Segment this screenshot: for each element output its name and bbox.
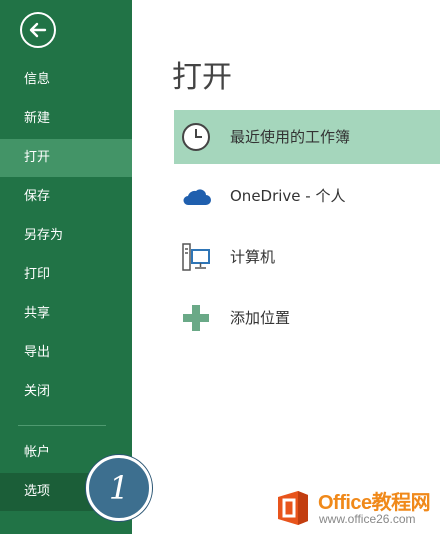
nav-close[interactable]: 关闭 — [0, 373, 132, 411]
nav-new[interactable]: 新建 — [0, 100, 132, 138]
back-button[interactable] — [20, 12, 56, 48]
nav-save-as[interactable]: 另存为 — [0, 217, 132, 255]
cloud-icon — [183, 189, 211, 205]
location-label: 最近使用的工作簿 — [230, 128, 351, 146]
clock-icon — [182, 123, 210, 151]
nav-print[interactable]: 打印 — [0, 256, 132, 294]
nav-share[interactable]: 共享 — [0, 295, 132, 333]
back-arrow-icon — [29, 22, 47, 38]
location-label: 计算机 — [230, 248, 276, 266]
step-callout: 1 — [86, 455, 152, 521]
computer-icon — [182, 243, 210, 271]
backstage-sidebar: 信息 新建 打开 保存 另存为 打印 共享 导出 关闭 帐户 选项 — [0, 0, 132, 534]
nav-save[interactable]: 保存 — [0, 178, 132, 216]
location-label: OneDrive - 个人 — [230, 187, 346, 205]
location-computer[interactable]: 计算机 — [174, 230, 440, 284]
nav-info[interactable]: 信息 — [0, 61, 132, 99]
page-title: 打开 — [172, 60, 232, 95]
nav-open[interactable]: 打开 — [0, 139, 132, 177]
nav-divider — [18, 425, 106, 426]
step-number: 1 — [108, 469, 130, 507]
location-label: 添加位置 — [230, 309, 291, 327]
watermark: Office教程网 www.office26.com — [270, 482, 440, 534]
location-recent-workbooks[interactable]: 最近使用的工作簿 — [174, 110, 440, 164]
watermark-url: www.office26.com — [319, 512, 416, 526]
plus-icon — [183, 305, 209, 331]
location-add-place[interactable]: 添加位置 — [174, 291, 440, 345]
location-onedrive[interactable]: OneDrive - 个人 — [174, 169, 440, 223]
watermark-title: Office教程网 — [318, 492, 431, 514]
nav-export[interactable]: 导出 — [0, 334, 132, 372]
office-logo-icon — [278, 491, 308, 525]
